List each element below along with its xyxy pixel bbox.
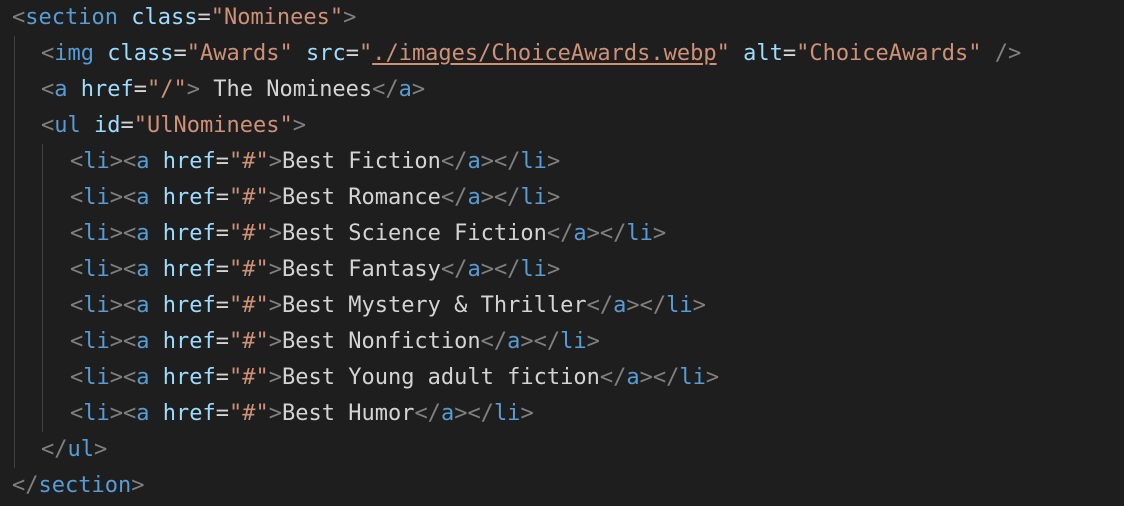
code-line: </section> [0,468,1124,504]
code-line: <section class="Nominees"> [0,0,1124,36]
image-path-link[interactable]: ./images/ChoiceAwards.webp [372,41,716,66]
code-text: <a href="/"> The Nominees</a> [41,77,426,102]
list-item-text: Best Romance [281,185,441,210]
indent-guide [42,288,43,324]
list-item-text: Best Mystery & Thriller [281,293,587,318]
code-line: <li><a href="#">Best Fantasy</a></li> [0,252,1124,288]
code-text: <li><a href="#">Best Fantasy</a></li> [70,257,561,282]
indent-guide [42,360,43,396]
indent-guide [42,396,43,432]
indent-guide [14,252,15,288]
list-item-text: Best Fantasy [281,257,441,282]
code-line: <li><a href="#">Best Nonfiction</a></li> [0,324,1124,360]
code-line: <img class="Awards" src="./images/Choice… [0,36,1124,72]
indent-guide [42,324,43,360]
indent-guide [14,396,15,432]
indent-guide [14,144,15,180]
code-line: <li><a href="#">Best Fiction</a></li> [0,144,1124,180]
indent-guide [14,288,15,324]
code-text: <img class="Awards" src="./images/Choice… [41,41,1022,66]
indent-guide [42,252,43,288]
code-line: <li><a href="#">Best Romance</a></li> [0,180,1124,216]
code-text: </ul> [41,437,108,462]
list-item-text: Best Humor [281,401,415,426]
code-line: <li><a href="#">Best Mystery & Thriller<… [0,288,1124,324]
indent-guide [14,360,15,396]
indent-guide [14,108,15,144]
code-text: </section> [12,473,145,498]
list-item-text: Best Fiction [281,149,441,174]
list-item-text: Best Young adult fiction [281,365,600,390]
code-line: <ul id="UlNominees"> [0,108,1124,144]
code-text: <ul id="UlNominees"> [41,113,306,138]
code-line: <a href="/"> The Nominees</a> [0,72,1124,108]
indent-guide [14,324,15,360]
code-line: <li><a href="#">Best Young adult fiction… [0,360,1124,396]
indent-guide [14,432,15,468]
indent-guide [14,36,15,72]
code-text: <li><a href="#">Best Romance</a></li> [70,185,561,210]
indent-guide [42,216,43,252]
list-item-text: Best Science Fiction [281,221,547,246]
code-text: <li><a href="#">Best Nonfiction</a></li> [70,329,600,354]
code-text: <li><a href="#">Best Mystery & Thriller<… [70,293,706,318]
indent-guide [14,180,15,216]
code-editor[interactable]: <section class="Nominees"> <img class="A… [0,0,1124,506]
indent-guide [14,216,15,252]
code-line: <li><a href="#">Best Science Fiction</a>… [0,216,1124,252]
code-text: <li><a href="#">Best Science Fiction</a>… [70,221,667,246]
list-item-text: Best Nonfiction [281,329,481,354]
code-line: </ul> [0,432,1124,468]
indent-guide [42,144,43,180]
code-text: <li><a href="#">Best Fiction</a></li> [70,149,561,174]
code-text: <li><a href="#">Best Humor</a></li> [70,401,534,426]
code-text: <section class="Nominees"> [12,5,357,30]
indent-guide [14,72,15,108]
code-line: <li><a href="#">Best Humor</a></li> [0,396,1124,432]
code-text: <li><a href="#">Best Young adult fiction… [70,365,720,390]
indent-guide [42,180,43,216]
